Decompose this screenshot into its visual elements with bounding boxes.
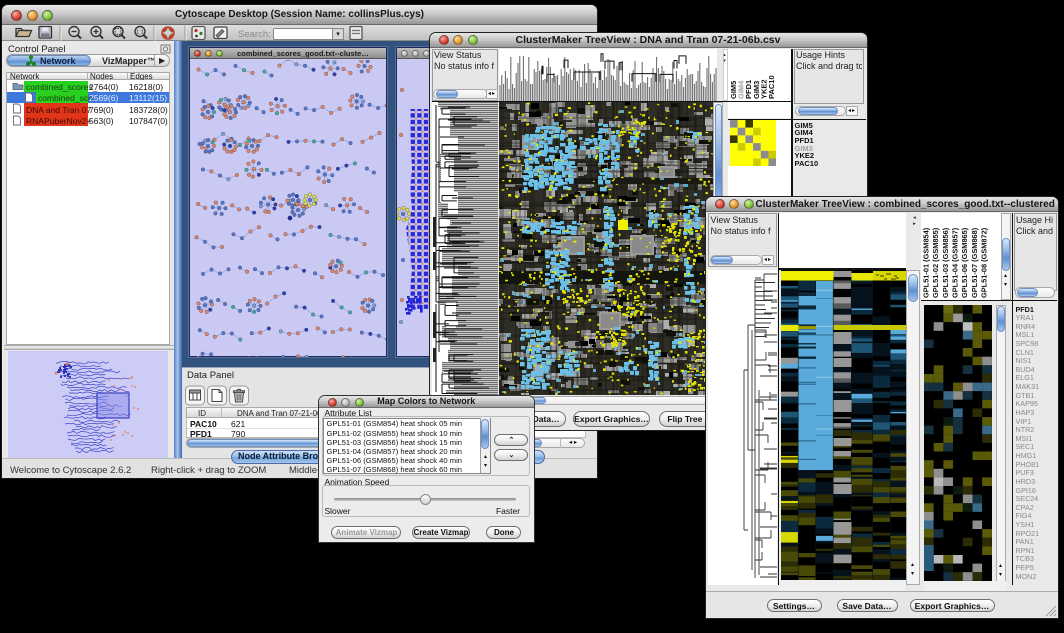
svg-text:GPL51-02 (GSM855): GPL51-02 (GSM855)	[931, 227, 940, 298]
svg-text:GPL51-08 (GSM872): GPL51-08 (GSM872)	[979, 227, 988, 298]
svg-text:PAC10: PAC10	[767, 75, 776, 99]
svg-text:GPL51-04 (GSM857): GPL51-04 (GSM857)	[950, 227, 959, 298]
svg-text:GPL51-01 (GSM854): GPL51-01 (GSM854)	[921, 227, 930, 298]
svg-text:GPL51-07 (GSM868): GPL51-07 (GSM868)	[969, 227, 978, 298]
svg-text:GPL51-03 (GSM856): GPL51-03 (GSM856)	[940, 227, 949, 298]
svg-text:GPL51-06 (GSM865): GPL51-06 (GSM865)	[960, 227, 969, 298]
svg-text:1:1: 1:1	[136, 30, 144, 36]
